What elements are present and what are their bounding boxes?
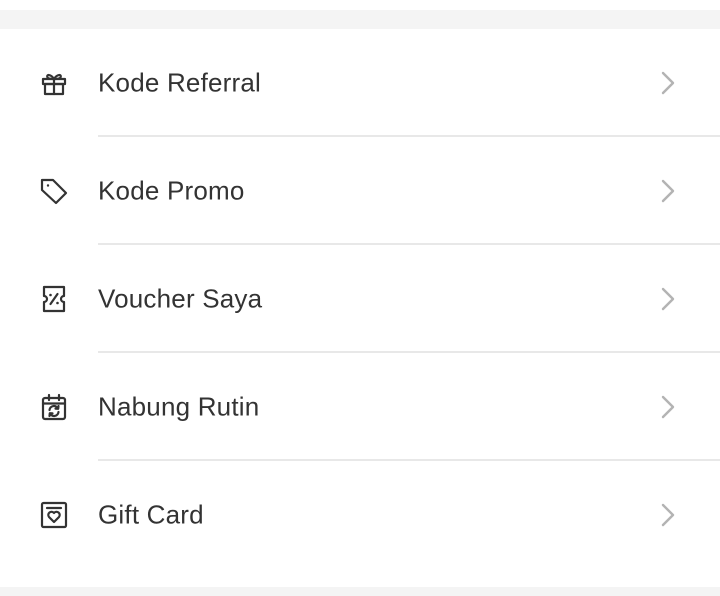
chevron-right-icon [656,176,680,206]
menu-item-label: Gift Card [98,499,204,530]
chevron-right-icon [656,500,680,530]
chevron-right-icon [656,284,680,314]
menu-item-label: Kode Referral [98,67,262,98]
menu-item-nabung-rutin[interactable]: Nabung Rutin [0,353,720,461]
chevron-right-icon [656,68,680,98]
menu-item-voucher-saya[interactable]: Voucher Saya [0,245,720,353]
menu-card: Kode Referral Kode Promo Voucher Saya Na… [0,29,720,587]
menu-item-label: Nabung Rutin [98,391,260,422]
menu-item-label: Voucher Saya [98,283,263,314]
chevron-right-icon [656,392,680,422]
gift-icon [39,68,69,98]
menu-item-kode-referral[interactable]: Kode Referral [0,29,720,137]
voucher-icon [39,284,69,314]
top-section-edge [0,0,720,10]
menu-item-gift-card[interactable]: Gift Card [0,461,720,569]
menu-item-kode-promo[interactable]: Kode Promo [0,137,720,245]
menu-item-label: Kode Promo [98,175,245,206]
account-menu-page: Kode Referral Kode Promo Voucher Saya Na… [0,0,720,596]
calendar-repeat-icon [39,392,69,422]
tag-icon [39,176,69,206]
gift-card-icon [39,500,69,530]
